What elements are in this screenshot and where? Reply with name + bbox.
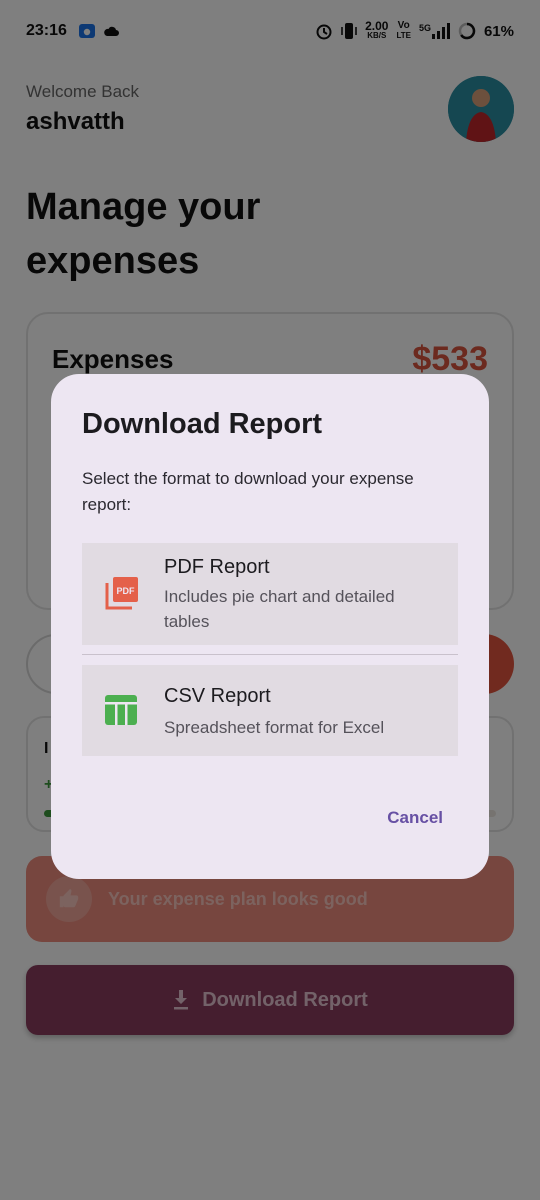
dialog-title: Download Report [82, 408, 323, 440]
cancel-button[interactable]: Cancel [387, 808, 443, 828]
pdf-report-option[interactable]: PDF PDF Report Includes pie chart and de… [82, 543, 458, 645]
csv-report-option[interactable]: CSV Report Spreadsheet format for Excel [82, 665, 458, 756]
download-report-dialog: Download Report Select the format to dow… [51, 374, 489, 879]
pdf-option-description: Includes pie chart and detailed tables [164, 587, 395, 631]
csv-option-title: CSV Report [164, 685, 271, 707]
csv-option-description: Spreadsheet format for Excel [164, 718, 385, 737]
table-icon [105, 695, 137, 725]
pdf-option-title: PDF Report [164, 556, 270, 578]
pdf-icon: PDF [105, 577, 138, 610]
dialog-subtitle: Select the format to download your expen… [82, 469, 414, 514]
options-divider [82, 654, 458, 655]
svg-text:PDF: PDF [117, 586, 136, 596]
